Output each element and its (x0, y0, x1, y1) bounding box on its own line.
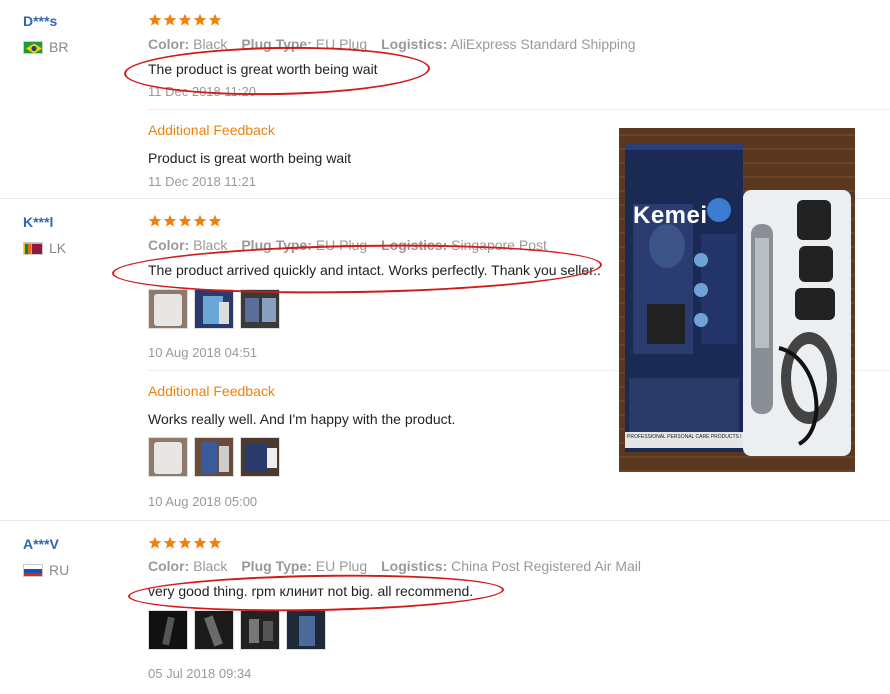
additional-feedback-title: Additional Feedback (148, 383, 275, 399)
product-model-strip: PROFESSIONAL PERSONAL CARE PRODUCTS MODE… (627, 434, 741, 440)
star-icon (193, 13, 207, 26)
reviewer-name[interactable]: D***s (23, 13, 57, 29)
additional-feedback-photos (148, 437, 280, 477)
star-rating (148, 536, 222, 550)
product-brand-logo: Kemei (633, 202, 708, 229)
star-rating (148, 214, 222, 228)
flag-br-icon (23, 40, 43, 54)
star-icon (208, 13, 222, 26)
product-photo[interactable]: Kemei PROFESSIONAL PERSONAL CARE PRODUCT… (619, 128, 855, 472)
star-rating (148, 13, 222, 27)
country-code: RU (49, 562, 70, 578)
review-photo-8[interactable] (194, 610, 234, 650)
review-photo-9[interactable] (240, 610, 280, 650)
reviewer-country: LK (23, 240, 66, 256)
review-photo-5[interactable] (194, 437, 234, 477)
star-icon (148, 536, 162, 549)
review-photo-3[interactable] (240, 289, 280, 329)
additional-feedback-text: Works really well. And I'm happy with th… (148, 411, 456, 427)
order-meta: Color: Black Plug Type: EU Plug Logistics:… (148, 558, 642, 574)
review-date: 10 Aug 2018 04:51 (148, 345, 258, 360)
country-code: BR (49, 39, 69, 55)
review-photo-7[interactable] (148, 610, 188, 650)
star-icon (178, 13, 192, 26)
reviewer-country: BR (23, 39, 68, 55)
additional-feedback-date: 11 Dec 2018 11:21 (148, 174, 256, 189)
star-icon (208, 536, 222, 549)
star-icon (193, 536, 207, 549)
country-code: LK (49, 240, 67, 256)
star-icon (148, 214, 162, 227)
annotation-ellipse (123, 44, 431, 98)
review-date: 05 Jul 2018 09:34 (148, 666, 252, 681)
star-icon (193, 214, 207, 227)
review-photos (148, 289, 280, 329)
star-icon (163, 214, 177, 227)
star-icon (148, 13, 162, 26)
reviewer-name[interactable]: K***l (23, 214, 53, 230)
annotation-ellipse (127, 571, 505, 615)
additional-feedback-date: 10 Aug 2018 05:00 (148, 494, 258, 509)
review-photo-2[interactable] (194, 289, 234, 329)
reviewer-name[interactable]: A***V (23, 536, 59, 552)
review-photos (148, 610, 326, 650)
review-divider (0, 520, 890, 521)
product-photo-illustration (619, 128, 855, 472)
flag-lk-icon (23, 241, 43, 255)
reviewer-country: RU (23, 562, 69, 578)
star-icon (208, 214, 222, 227)
review-photo-1[interactable] (148, 289, 188, 329)
additional-feedback-title: Additional Feedback (148, 122, 275, 138)
flag-ru-icon (23, 563, 43, 577)
star-icon (178, 536, 192, 549)
additional-feedback-text: Product is great worth being wait (148, 150, 352, 166)
star-icon (163, 13, 177, 26)
review-photo-6[interactable] (240, 437, 280, 477)
divider (148, 109, 890, 110)
review-photo-4[interactable] (148, 437, 188, 477)
star-icon (178, 214, 192, 227)
star-icon (163, 536, 177, 549)
review-photo-10[interactable] (286, 610, 326, 650)
